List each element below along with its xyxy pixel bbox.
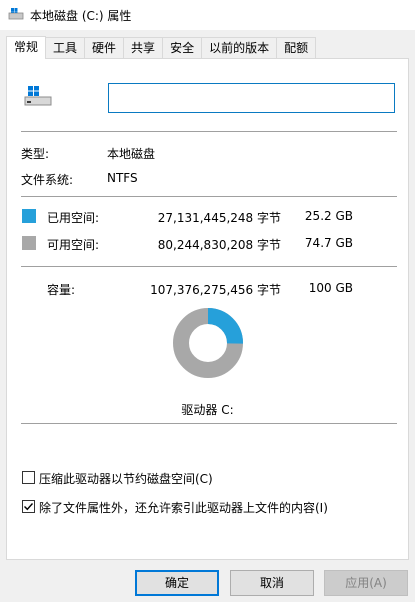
free-space-size: 74.7 GB (304, 236, 353, 250)
free-space-bytes: 80,244,830,208 字节 (157, 238, 281, 252)
index-checkbox[interactable] (22, 500, 35, 513)
used-space-bytes: 27,131,445,248 字节 (157, 211, 281, 225)
capacity-size: 100 GB (308, 281, 353, 295)
cancel-button[interactable]: 取消 (230, 570, 314, 596)
type-value: 本地磁盘 (107, 147, 156, 161)
local-disk-icon (24, 86, 52, 106)
used-space-label: 已用空间: (47, 211, 100, 225)
separator (21, 266, 397, 267)
separator (21, 131, 397, 132)
capacity-label: 容量: (47, 283, 76, 297)
volume-name-input[interactable] (108, 83, 395, 113)
capacity-bytes: 107,376,275,456 字节 (150, 283, 281, 297)
used-space-size: 25.2 GB (304, 209, 353, 223)
separator (21, 423, 397, 424)
title-bar[interactable]: 本地磁盘 (C:) 属性 (0, 0, 415, 30)
tab-quota[interactable]: 配额 (276, 37, 317, 59)
window-title: 本地磁盘 (C:) 属性 (30, 9, 132, 23)
separator (21, 196, 397, 197)
free-space-swatch (22, 236, 36, 250)
drive-icon (8, 8, 24, 20)
index-label[interactable]: 除了文件属性外，还允许索引此驱动器上文件的内容(I) (39, 499, 328, 516)
tab-previous-versions[interactable]: 以前的版本 (201, 37, 278, 59)
ok-button[interactable]: 确定 (135, 570, 219, 596)
filesystem-label: 文件系统: (21, 173, 74, 187)
usage-donut-chart (173, 308, 243, 378)
tab-strip: 常规 工具 硬件 共享 安全 以前的版本 配额 (6, 36, 317, 59)
tab-sharing[interactable]: 共享 (123, 37, 164, 59)
tab-general[interactable]: 常规 (6, 36, 47, 59)
type-label: 类型: (21, 147, 50, 161)
filesystem-value: NTFS (107, 171, 138, 185)
used-space-swatch (22, 209, 36, 223)
free-space-label: 可用空间: (47, 238, 100, 252)
apply-button[interactable]: 应用(A) (324, 570, 408, 596)
tab-hardware[interactable]: 硬件 (84, 37, 125, 59)
general-panel: 类型: 本地磁盘 文件系统: NTFS 已用空间: 27,131,445,248… (6, 58, 409, 560)
tab-tools[interactable]: 工具 (45, 37, 86, 59)
drive-label: 驱动器 C: (181, 403, 234, 417)
compress-label[interactable]: 压缩此驱动器以节约磁盘空间(C) (39, 470, 213, 487)
compress-checkbox[interactable] (22, 471, 35, 484)
tab-security[interactable]: 安全 (162, 37, 203, 59)
check-icon (24, 503, 34, 511)
